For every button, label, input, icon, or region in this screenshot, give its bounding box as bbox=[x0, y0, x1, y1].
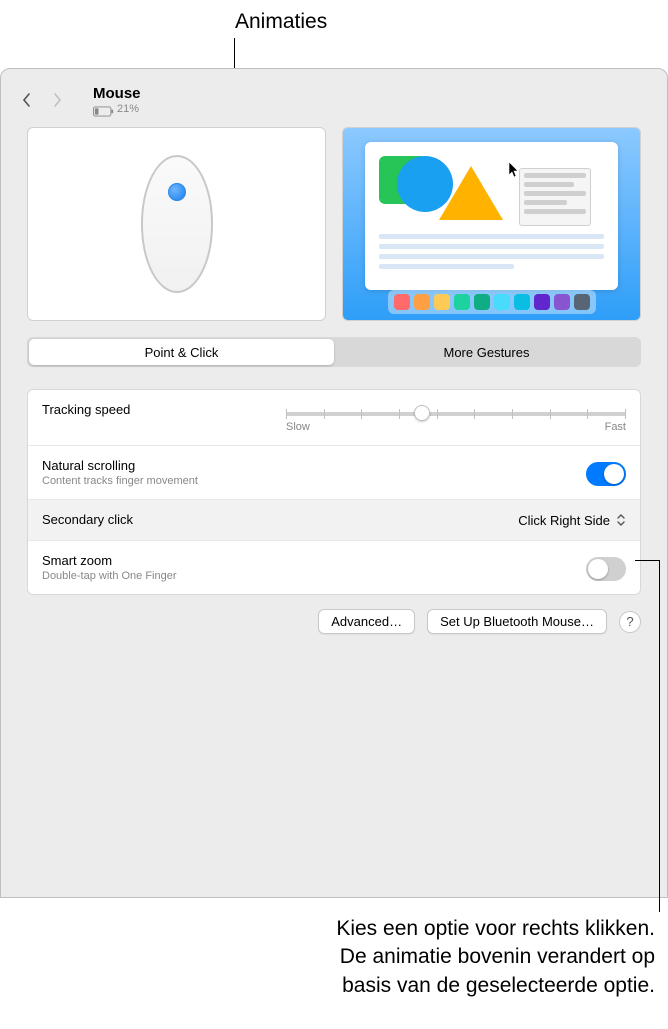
dock-app-icon bbox=[574, 294, 590, 310]
secondary-click-row: Secondary click Click Right Side bbox=[28, 500, 640, 541]
triangle-shape bbox=[439, 166, 503, 220]
dock-app-icon bbox=[554, 294, 570, 310]
dock-app-icon bbox=[414, 294, 430, 310]
dock-app-icon bbox=[434, 294, 450, 310]
nav-back-button[interactable] bbox=[21, 91, 33, 109]
secondary-click-label: Secondary click bbox=[42, 512, 133, 527]
window-header: Mouse 21% bbox=[1, 69, 667, 125]
annotation-line-right bbox=[635, 560, 660, 561]
dock-app-icon bbox=[534, 294, 550, 310]
dock-app-icon bbox=[474, 294, 490, 310]
smart-zoom-sub: Double-tap with One Finger bbox=[42, 570, 177, 582]
advanced-button[interactable]: Advanced… bbox=[318, 609, 415, 634]
smart-zoom-label: Smart zoom bbox=[42, 553, 177, 568]
footer-buttons: Advanced… Set Up Bluetooth Mouse… ? bbox=[1, 595, 667, 648]
mouse-touch-indicator bbox=[168, 183, 186, 201]
help-button[interactable]: ? bbox=[619, 611, 641, 633]
demo-window bbox=[365, 142, 618, 290]
battery-status: 21% bbox=[93, 103, 141, 115]
natural-scrolling-label: Natural scrolling bbox=[42, 458, 198, 473]
demo-dock bbox=[388, 290, 596, 314]
tracking-speed-label: Tracking speed bbox=[42, 402, 130, 417]
natural-scrolling-toggle[interactable] bbox=[586, 462, 626, 486]
natural-scrolling-row: Natural scrolling Content tracks finger … bbox=[28, 446, 640, 500]
tracking-speed-slider[interactable]: Slow Fast bbox=[286, 404, 626, 433]
setup-bluetooth-button[interactable]: Set Up Bluetooth Mouse… bbox=[427, 609, 607, 634]
secondary-click-popup[interactable]: Click Right Side bbox=[518, 512, 626, 528]
tab-segment-control: Point & Click More Gestures bbox=[27, 337, 641, 367]
dock-app-icon bbox=[394, 294, 410, 310]
annotation-bottom-label: Kies een optie voor rechts klikken. De a… bbox=[175, 915, 655, 1000]
annotation-top-label: Animaties bbox=[235, 10, 327, 34]
battery-icon bbox=[93, 104, 115, 115]
annotation-line-right-vertical bbox=[659, 560, 660, 912]
tab-more-gestures[interactable]: More Gestures bbox=[334, 339, 639, 365]
settings-panel: Tracking speed Slow Fast Natural scrolli… bbox=[27, 389, 641, 595]
page-title: Mouse bbox=[93, 85, 141, 102]
tracking-speed-row: Tracking speed Slow Fast bbox=[28, 390, 640, 446]
up-down-chevron-icon bbox=[616, 512, 626, 528]
slider-fast-label: Fast bbox=[605, 421, 626, 433]
tab-point-click[interactable]: Point & Click bbox=[29, 339, 334, 365]
smart-zoom-toggle[interactable] bbox=[586, 557, 626, 581]
slider-slow-label: Slow bbox=[286, 421, 310, 433]
natural-scrolling-sub: Content tracks finger movement bbox=[42, 475, 198, 487]
chevron-left-icon bbox=[22, 92, 32, 108]
chevron-right-icon bbox=[52, 92, 62, 108]
demo-context-menu bbox=[519, 168, 591, 226]
mouse-animation-preview bbox=[27, 127, 326, 321]
slider-thumb[interactable] bbox=[414, 405, 430, 421]
demo-text-lines bbox=[379, 234, 604, 269]
nav-forward-button[interactable] bbox=[51, 91, 63, 109]
desktop-animation-preview bbox=[342, 127, 641, 321]
dock-app-icon bbox=[494, 294, 510, 310]
secondary-click-value: Click Right Side bbox=[518, 513, 610, 528]
nav-arrows bbox=[21, 91, 63, 109]
dock-app-icon bbox=[514, 294, 530, 310]
preview-row bbox=[1, 127, 667, 321]
preferences-window: Mouse 21% bbox=[0, 68, 668, 898]
battery-percentage: 21% bbox=[117, 103, 139, 115]
demo-shapes bbox=[379, 152, 604, 230]
header-title-block: Mouse 21% bbox=[93, 85, 141, 115]
mouse-illustration bbox=[141, 155, 213, 293]
smart-zoom-row: Smart zoom Double-tap with One Finger bbox=[28, 541, 640, 594]
dock-app-icon bbox=[454, 294, 470, 310]
